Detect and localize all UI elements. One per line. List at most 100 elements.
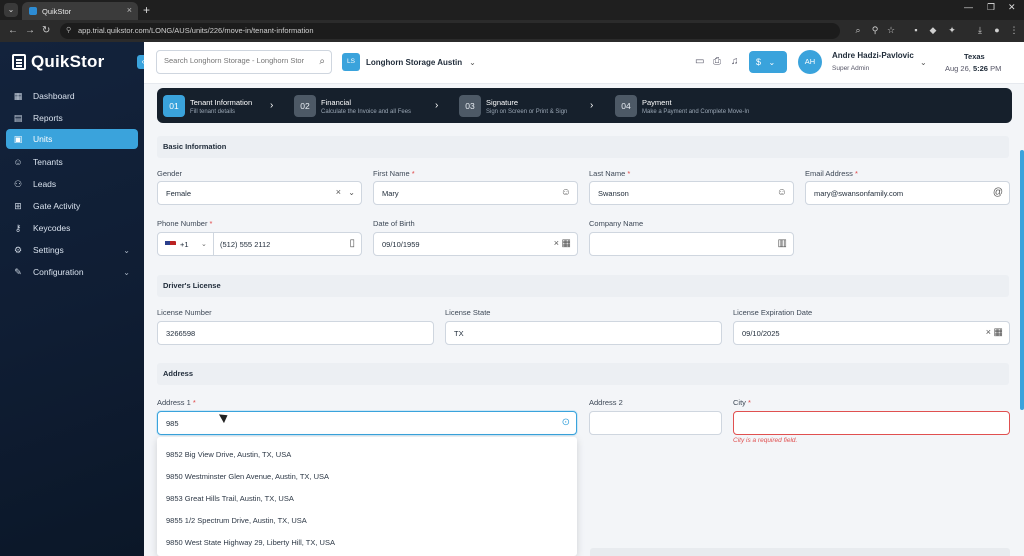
sidebar-item-label: Keycodes — [33, 223, 71, 233]
leads-icon: ⚇ — [13, 178, 23, 189]
browser-tab-bar: ⌄ QuikStor × + — ❐ ✕ — [0, 0, 1024, 20]
quikstor-logo[interactable]: QuikStor — [12, 52, 104, 72]
avatar[interactable]: AH — [798, 50, 822, 74]
units-icon: ▣ — [13, 133, 23, 144]
inbox-icon[interactable]: ▭ — [695, 56, 704, 67]
license-state-field[interactable]: TX — [445, 321, 722, 345]
chevron-right-icon: › — [590, 100, 594, 111]
facility-search[interactable]: ⌕ — [156, 50, 332, 74]
ampm-text: PM — [990, 64, 1002, 73]
site-info-icon[interactable]: ⚲ — [66, 23, 71, 39]
company-field[interactable]: ▥ — [589, 232, 794, 256]
step-subtitle: Fill tenant details — [190, 108, 236, 115]
search-input[interactable] — [164, 56, 304, 65]
sidebar-item-settings[interactable]: ⚙ Settings ⌄ — [6, 240, 138, 260]
step-subtitle: Calculate the Invoice and all Fees — [321, 108, 412, 115]
bell-icon[interactable]: ♫ — [731, 56, 739, 67]
calendar-icon[interactable]: ▦ — [562, 238, 571, 249]
dashboard-icon: ▦ — [13, 90, 23, 101]
sidebar-item-configuration[interactable]: ✎ Configuration ⌄ — [6, 262, 138, 282]
new-tab-icon[interactable]: + — [143, 3, 150, 17]
extension-icon[interactable]: ▪ — [910, 24, 922, 36]
last-name-label: Last Name * — [589, 169, 630, 178]
download-icon[interactable]: ⤓ — [974, 24, 986, 36]
move-in-stepper: 01 Tenant Information Fill tenant detail… — [157, 88, 1012, 123]
chevron-down-icon[interactable]: ⌄ — [201, 240, 207, 248]
chevron-right-icon: › — [435, 100, 439, 111]
url-field[interactable]: ⚲ app.trial.quikstor.com/LONG/AUS/units/… — [60, 23, 840, 39]
facility-selector[interactable]: LS Longhorn Storage Austin ⌄ — [342, 52, 476, 72]
wrench-icon: ✎ — [14, 266, 22, 277]
minimize-icon[interactable]: — — [964, 2, 973, 12]
step-signature[interactable]: 03 Signature Sign on Screen or Print & S… — [459, 95, 567, 117]
user-name[interactable]: Andre Hadzi-Pavlovic — [832, 51, 914, 60]
puzzle-icon[interactable]: ✦ — [946, 24, 958, 36]
section-address: Address — [157, 363, 1009, 385]
gender-select[interactable]: Female × ⌄ — [157, 181, 362, 205]
sidebar-item-units[interactable]: ▣ Units — [6, 129, 138, 149]
close-window-icon[interactable]: ✕ — [1008, 2, 1016, 13]
license-number-field[interactable]: 3266598 — [157, 321, 434, 345]
step-financial[interactable]: 02 Financial Calculate the Invoice and a… — [294, 95, 411, 117]
step-title: Signature — [486, 97, 519, 107]
clear-icon[interactable]: × — [986, 327, 991, 337]
printer-icon[interactable]: ⎙ — [713, 56, 721, 67]
address2-field[interactable] — [589, 411, 722, 435]
first-name-field[interactable]: Mary ☺ — [373, 181, 578, 205]
step-tenant-information[interactable]: 01 Tenant Information Fill tenant detail… — [163, 95, 252, 117]
location-icon[interactable]: ⚲ — [869, 24, 881, 36]
phone-country-code[interactable]: +1 — [180, 240, 189, 249]
browser-tab[interactable]: QuikStor × — [22, 2, 138, 20]
payments-menu-button[interactable]: $ ⌄ — [749, 51, 787, 73]
phone-label: Phone Number * — [157, 219, 212, 228]
forward-icon[interactable]: → — [25, 25, 35, 36]
reload-icon[interactable]: ↻ — [42, 25, 50, 36]
email-label: Email Address * — [805, 169, 858, 178]
profile-icon[interactable]: ● — [991, 24, 1003, 36]
suggestion-item[interactable]: 9852 Big View Drive, Austin, TX, USA — [166, 450, 291, 459]
us-flag-icon[interactable] — [165, 241, 176, 249]
clear-icon[interactable]: × — [554, 238, 559, 248]
zoom-icon[interactable]: ⌕ — [852, 24, 864, 36]
clear-icon[interactable]: × — [336, 187, 341, 197]
license-expiration-label: License Expiration Date — [733, 308, 813, 317]
browser-address-bar: ← → ↻ ⚲ app.trial.quikstor.com/LONG/AUS/… — [0, 20, 1024, 42]
user-circle-icon: ☺ — [776, 187, 787, 198]
dob-field[interactable]: 09/10/1959 × ▦ — [373, 232, 578, 256]
city-field[interactable] — [733, 411, 1010, 435]
search-icon[interactable]: ⌕ — [319, 56, 325, 67]
extension-icon[interactable]: ◆ — [927, 24, 939, 36]
gear-icon: ⚙ — [13, 244, 23, 255]
calendar-icon[interactable]: ▦ — [994, 327, 1003, 338]
step-payment[interactable]: 04 Payment Make a Payment and Complete M… — [615, 95, 749, 117]
back-icon[interactable]: ← — [8, 25, 18, 36]
sidebar-item-label: Leads — [33, 179, 57, 189]
label-text: Last Name — [589, 169, 626, 178]
last-name-field[interactable]: Swanson ☺ — [589, 181, 794, 205]
tab-list-icon[interactable]: ⌄ — [4, 3, 18, 17]
restore-icon[interactable]: ❐ — [987, 2, 995, 13]
sidebar-item-reports[interactable]: ▤ Reports — [6, 108, 138, 128]
sidebar-item-gate-activity[interactable]: ⊞ Gate Activity — [6, 196, 138, 216]
suggestion-item[interactable]: 9850 Westminster Glen Avenue, Austin, TX… — [166, 472, 329, 481]
sidebar-item-dashboard[interactable]: ▦ Dashboard — [6, 86, 138, 106]
sidebar-item-keycodes[interactable]: ⚷ Keycodes — [6, 218, 138, 238]
bookmark-star-icon[interactable]: ☆ — [885, 24, 897, 36]
license-number-label: License Number — [157, 308, 212, 317]
email-field[interactable]: mary@swansonfamily.com @ — [805, 181, 1010, 205]
suggestion-item[interactable]: 9850 West State Highway 29, Liberty Hill… — [166, 538, 335, 547]
license-expiration-field[interactable]: 09/10/2025 × ▦ — [733, 321, 1010, 345]
sidebar-item-tenants[interactable]: ☺ Tenants — [6, 152, 138, 172]
chevron-down-icon[interactable]: ⌄ — [920, 58, 927, 67]
page-scrollbar[interactable] — [1020, 150, 1024, 410]
browser-menu-icon[interactable]: ⋮ — [1008, 24, 1020, 36]
suggestion-item[interactable]: 9853 Great Hills Trail, Austin, TX, USA — [166, 494, 294, 503]
suggestion-item[interactable]: 9855 1/2 Spectrum Drive, Austin, TX, USA — [166, 516, 307, 525]
chevron-down-icon[interactable]: ⌄ — [348, 188, 355, 197]
dob-label: Date of Birth — [373, 219, 415, 228]
step-title: Payment — [642, 97, 672, 107]
close-tab-icon[interactable]: × — [127, 5, 132, 15]
sidebar-item-leads[interactable]: ⚇ Leads — [6, 174, 138, 194]
phone-field[interactable]: +1 ⌄ (512) 555 2112 ▯ — [157, 232, 362, 256]
chevron-down-icon: ⌄ — [469, 57, 476, 67]
